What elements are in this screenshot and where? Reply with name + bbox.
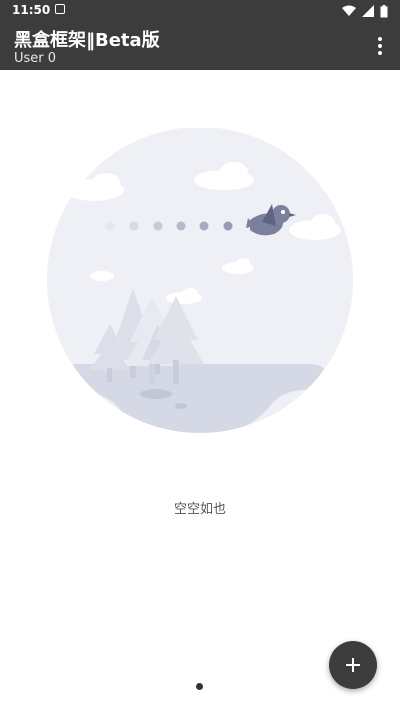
more-vert-icon[interactable] bbox=[366, 32, 394, 60]
app-subtitle: User 0 bbox=[14, 51, 57, 66]
notification-icon bbox=[55, 4, 65, 14]
empty-state-illustration bbox=[47, 128, 353, 433]
cloud bbox=[90, 271, 114, 281]
page-indicator-dot[interactable] bbox=[196, 683, 203, 690]
app-bar: 黑盒框架‖Beta版 User 0 bbox=[0, 22, 400, 70]
add-icon bbox=[346, 658, 360, 672]
add-button[interactable] bbox=[329, 641, 377, 689]
status-icons bbox=[342, 3, 388, 19]
app-title: 黑盒框架‖Beta版 bbox=[14, 30, 160, 51]
empty-state-message: 空空如也 bbox=[173, 502, 226, 517]
wifi-icon bbox=[342, 5, 356, 16]
signal-icon bbox=[362, 5, 374, 17]
battery-icon bbox=[380, 4, 388, 17]
status-time: 11:50 bbox=[12, 3, 51, 17]
status-bar: 11:50 bbox=[0, 0, 400, 22]
